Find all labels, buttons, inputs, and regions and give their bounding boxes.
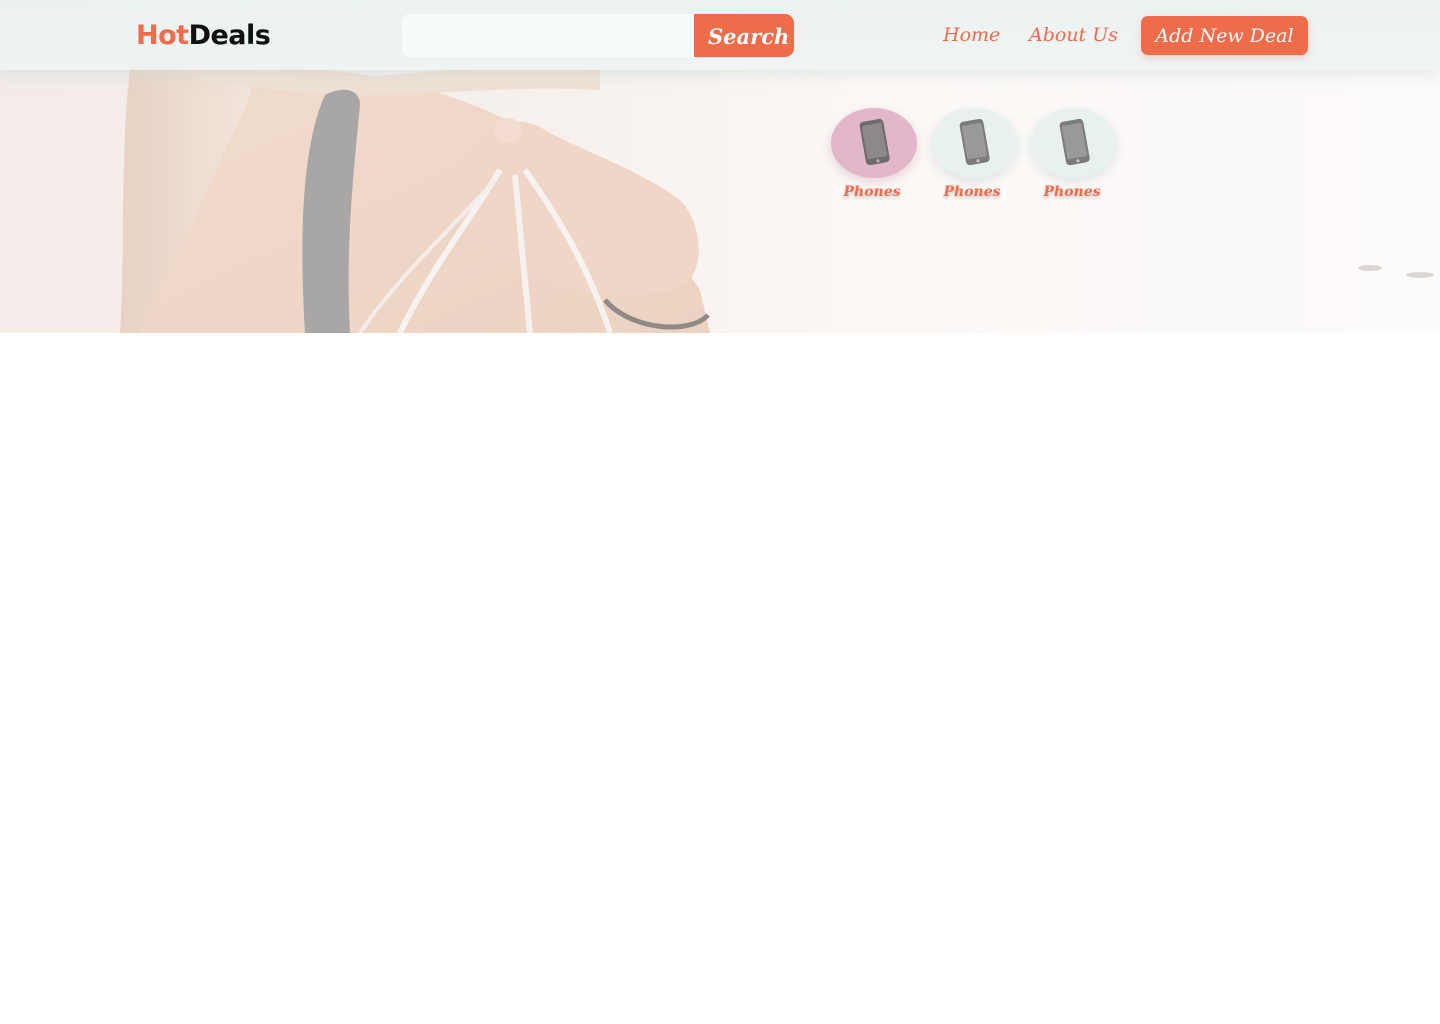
category-label: Phones: [1043, 184, 1101, 200]
phone-icon: [1059, 118, 1090, 166]
add-new-deal-button[interactable]: Add New Deal: [1141, 16, 1308, 55]
search-input[interactable]: [402, 14, 694, 57]
brand-logo[interactable]: HotDeals: [136, 18, 271, 54]
phone-icon: [859, 118, 890, 166]
nav-link-about-us[interactable]: About Us: [1029, 21, 1118, 49]
search-button[interactable]: Search: [694, 14, 794, 57]
category-item-phones[interactable]: Phones: [1031, 108, 1117, 208]
category-label: Phones: [943, 184, 1001, 200]
nav-link-home[interactable]: Home: [943, 21, 1000, 49]
brand-logo-deals: Deals: [188, 20, 271, 51]
phone-icon: [959, 118, 990, 166]
category-item-phones[interactable]: Phones: [831, 108, 917, 208]
brand-logo-hot: Hot: [136, 20, 189, 51]
category-label: Phones: [843, 184, 901, 200]
category-item-phones[interactable]: Phones: [931, 108, 1017, 208]
top-navbar: HotDeals Search Home About Us Add New De…: [0, 0, 1440, 70]
